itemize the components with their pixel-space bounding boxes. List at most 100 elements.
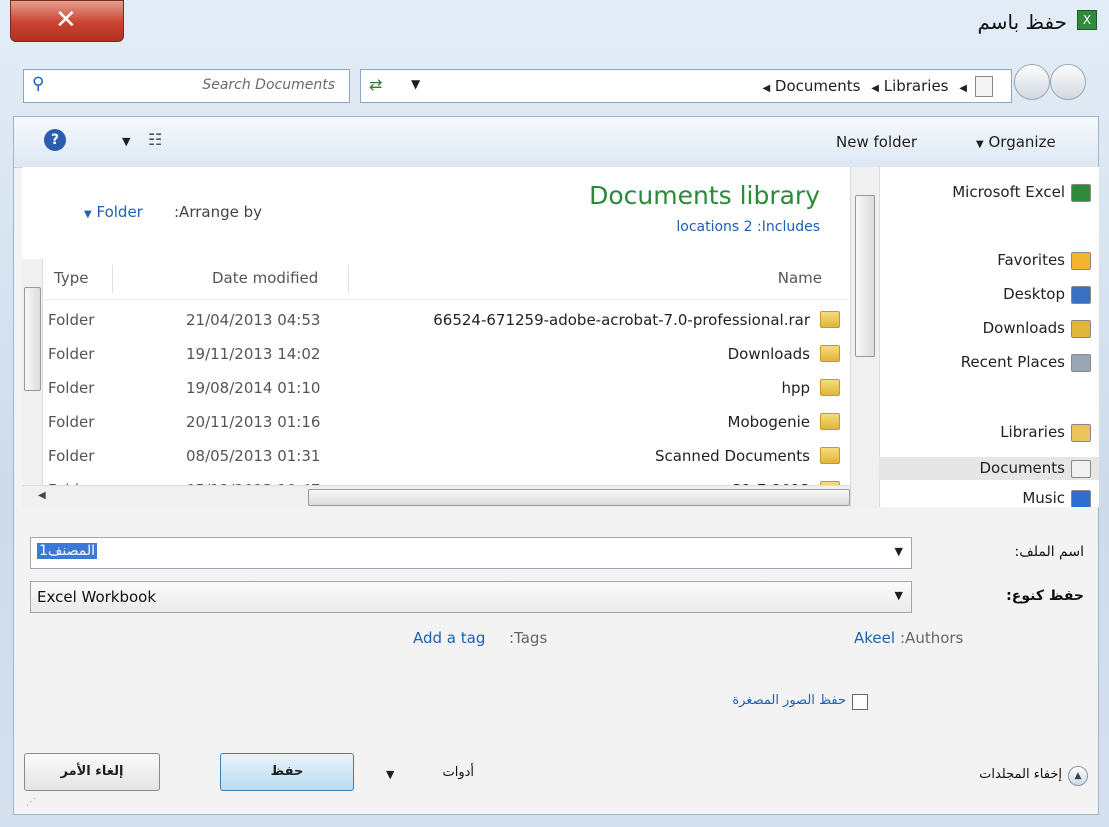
column-headers: Type Date modified Name [22, 259, 848, 300]
filetype-row: Excel Workbook ▼ حفظ كنوع: [30, 581, 1090, 615]
close-button[interactable]: ✕ [10, 0, 124, 42]
tags-field[interactable]: Add a tag [413, 629, 485, 647]
filename-dropdown-icon[interactable]: ▼ [895, 545, 903, 558]
file-rows: Folder 21/04/2013 04:53 66524-671259-adobe… [22, 303, 848, 503]
file-date: 21/04/2013 04:53 [186, 311, 321, 329]
file-date: 19/08/2014 01:10 [186, 379, 321, 397]
file-type: Folder [48, 345, 95, 363]
tools-dropdown-icon: ▼ [386, 768, 395, 781]
arrange-by-label: :Arrange by [174, 203, 263, 221]
sidebar-item-music[interactable]: Music [1022, 489, 1091, 507]
file-list-hscrollbar[interactable]: ◀ ▶ [22, 485, 882, 508]
sidebar-item-favorites[interactable]: Favorites [997, 251, 1091, 270]
sidebar-label: Libraries [1000, 423, 1065, 441]
forward-button[interactable] [1014, 64, 1050, 100]
table-row[interactable]: Folder 20/11/2013 01:16 Mobogenie [22, 405, 848, 439]
column-header-date[interactable]: Date modified [212, 269, 318, 287]
filetype-label: حفظ كنوع: [1006, 588, 1084, 604]
column-header-name[interactable]: Name [778, 269, 822, 287]
new-folder-button[interactable]: New folder [836, 133, 917, 151]
arrange-by-dropdown[interactable]: ▼ Folder [84, 203, 143, 221]
sidebar-item-microsoft-excel[interactable]: Microsoft Excel [952, 183, 1091, 202]
folder-icon [820, 447, 840, 464]
filename-label: اسم الملف: [1014, 544, 1084, 560]
view-dropdown-icon[interactable]: ▼ [122, 135, 130, 148]
address-dropdown-icon[interactable]: ▼ [411, 77, 420, 91]
breadcrumb-documents[interactable]: Documents [775, 77, 861, 95]
command-toolbar: ? ▼ ☷ New folder ▼ Organize [14, 117, 1098, 168]
thumbnail-checkbox[interactable] [852, 694, 868, 710]
sidebar-label: Desktop [1003, 285, 1065, 303]
nav-items: Microsoft Excel Favorites Desktop Downloads… [879, 167, 1099, 507]
close-icon: ✕ [55, 5, 77, 35]
sidebar-label: Music [1022, 489, 1065, 507]
hscroll-thumb[interactable] [308, 489, 850, 506]
organize-button[interactable]: ▼ Organize [976, 133, 1056, 151]
content-panel: ? ▼ ☷ New folder ▼ Organize Documents li… [13, 116, 1099, 815]
table-row[interactable]: Folder 21/04/2013 04:53 66524-671259-adobe… [22, 303, 848, 337]
resize-grip-icon[interactable]: ⋰ [26, 797, 36, 808]
file-date: 19/11/2013 14:02 [186, 345, 321, 363]
file-list: Documents library locations 2 :Includes … [22, 167, 872, 507]
breadcrumb: ◀ Documents ◀ Libraries ◀ [762, 77, 967, 95]
authors-field[interactable]: Akeel [854, 629, 895, 647]
table-row[interactable]: Folder 08/05/2013 01:31 Scanned Documents [22, 439, 848, 473]
table-row[interactable]: Folder 19/11/2013 14:02 Downloads [22, 337, 848, 371]
sidebar-item-documents[interactable]: Documents [879, 457, 1099, 480]
file-name: Scanned Documents [654, 447, 810, 465]
star-icon [1071, 251, 1091, 270]
sidebar-label: Microsoft Excel [952, 183, 1065, 201]
hide-folders-toggle[interactable]: إخفاء المجلدات ▲ [948, 765, 1088, 789]
library-includes[interactable]: locations 2 :Includes [676, 219, 820, 235]
table-row[interactable]: Folder 19/08/2014 01:10 hpp [22, 371, 848, 405]
sidebar-label: Documents [979, 459, 1065, 477]
sidebar-item-desktop[interactable]: Desktop [1003, 285, 1091, 304]
nav-vscroll-thumb[interactable] [855, 195, 875, 357]
folder-icon [820, 379, 840, 396]
music-icon [1071, 489, 1091, 507]
filename-row: المصنف1 ▼ اسم الملف: [30, 537, 1090, 571]
sidebar-label: Recent Places [960, 353, 1065, 371]
cancel-button[interactable]: إلغاء الأمر [24, 753, 160, 791]
thumbnail-label: حفظ الصور المصغرة [732, 693, 846, 708]
save-button[interactable]: حفظ [220, 753, 354, 791]
address-bar[interactable]: ⇄ ▼ ◀ Documents ◀ Libraries ◀ [360, 69, 1012, 103]
filetype-select[interactable]: Excel Workbook ▼ [30, 581, 912, 613]
breadcrumb-arrow-icon: ◀ [762, 83, 771, 94]
column-header-type[interactable]: Type [54, 269, 88, 287]
downloads-icon [1071, 319, 1091, 338]
column-divider[interactable] [112, 265, 113, 293]
filetype-dropdown-icon[interactable]: ▼ [895, 589, 903, 602]
back-button[interactable] [1050, 64, 1086, 100]
vscroll-thumb[interactable] [24, 287, 41, 391]
excel-icon: X [1077, 10, 1097, 30]
filename-value: المصنف1 [37, 543, 98, 559]
file-type: Folder [48, 447, 95, 465]
view-details-icon[interactable]: ☷ [148, 130, 162, 149]
library-title: Documents library [589, 181, 820, 210]
file-type: Folder [48, 413, 95, 431]
sidebar-label: Downloads [982, 319, 1065, 337]
documents-icon [1071, 459, 1091, 478]
tools-menu[interactable]: أدوات ▼ [384, 761, 474, 789]
refresh-icon[interactable]: ⇄ [369, 75, 382, 94]
filename-input[interactable]: المصنف1 ▼ [30, 537, 912, 569]
organize-dropdown-icon: ▼ [976, 139, 984, 150]
hscroll-left-icon[interactable]: ◀ [38, 490, 46, 501]
breadcrumb-arrow-icon: ◀ [959, 83, 967, 94]
search-box[interactable]: ⚲ Search Documents [23, 69, 350, 103]
breadcrumb-libraries[interactable]: Libraries [884, 77, 949, 95]
file-list-vscrollbar[interactable] [22, 259, 43, 489]
search-placeholder: Search Documents [202, 77, 335, 93]
nav-vscrollbar[interactable] [851, 167, 880, 507]
sidebar-item-libraries[interactable]: Libraries [1000, 423, 1091, 442]
thumbnail-option[interactable]: حفظ الصور المصغرة [654, 692, 868, 714]
file-type: Folder [48, 379, 95, 397]
sidebar-item-recent-places[interactable]: Recent Places [961, 353, 1091, 372]
desktop-icon [1071, 285, 1091, 304]
excel-icon [1071, 183, 1091, 202]
help-icon[interactable]: ? [44, 129, 66, 151]
chevron-up-icon: ▲ [1068, 766, 1088, 786]
column-divider[interactable] [348, 265, 349, 293]
sidebar-item-downloads[interactable]: Downloads [983, 319, 1091, 338]
